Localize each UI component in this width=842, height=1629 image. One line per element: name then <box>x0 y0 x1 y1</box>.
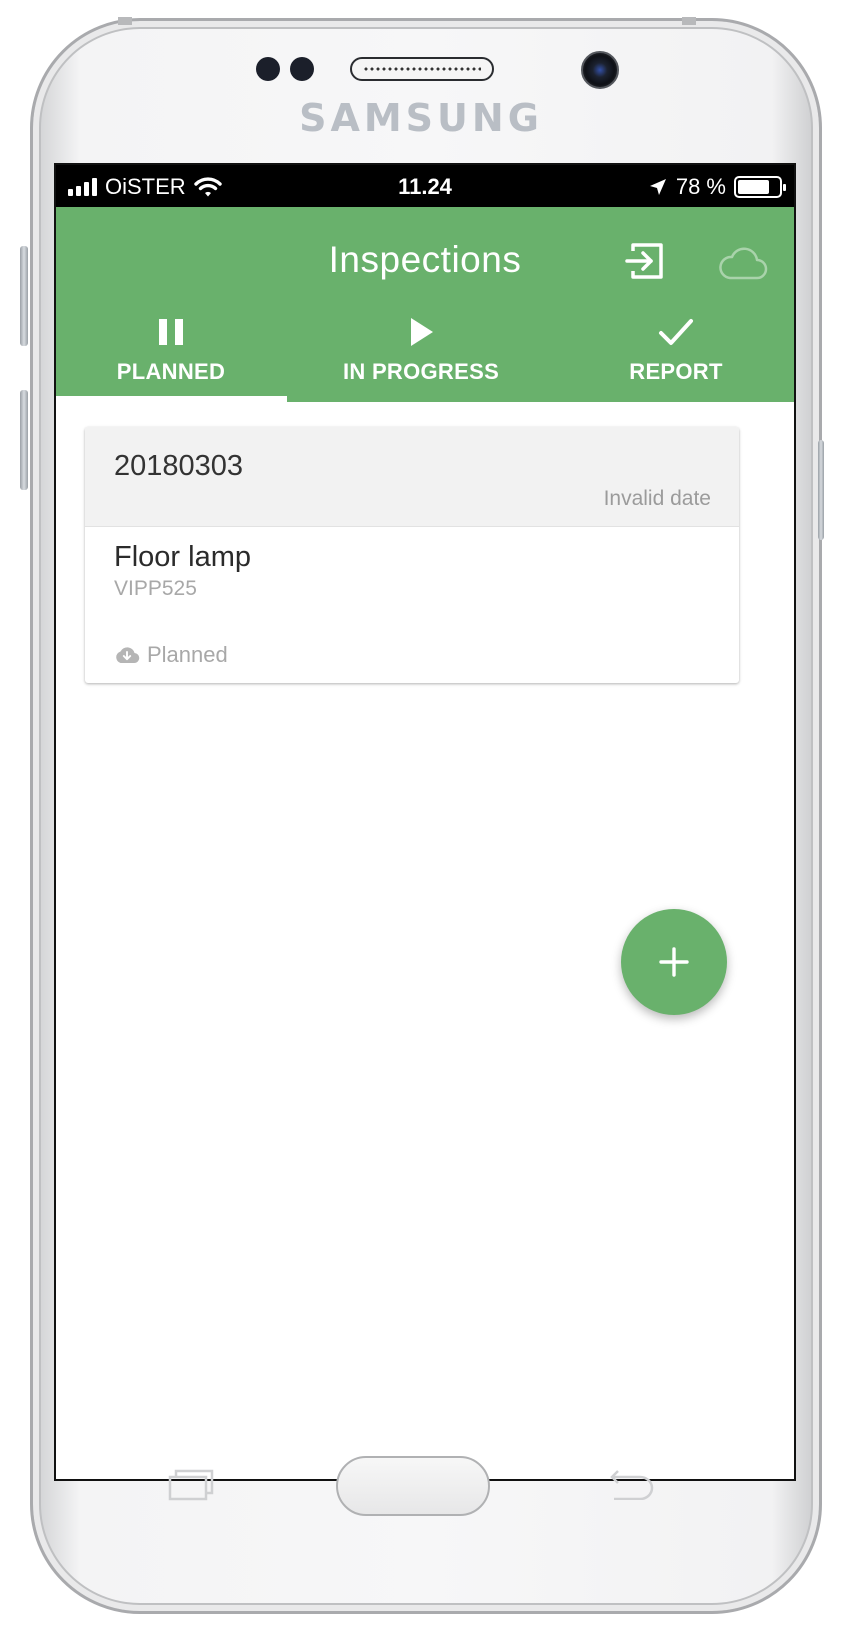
tab-in-progress-label: IN PROGRESS <box>342 359 500 384</box>
cloud-icon[interactable] <box>716 247 768 281</box>
battery-percent: 78 % <box>675 174 726 199</box>
card-header: 20180303 Invalid date <box>85 427 739 527</box>
app-bar: Inspections PLANNED IN PROGRESS REPORT <box>56 207 794 402</box>
inspection-date: Invalid date <box>603 487 711 510</box>
recent-apps-icon[interactable] <box>168 1467 214 1501</box>
volume-down-button <box>20 390 28 490</box>
volume-up-button <box>20 246 28 346</box>
login-icon[interactable] <box>623 239 667 283</box>
tab-planned[interactable]: PLANNED <box>56 315 286 400</box>
battery-icon <box>734 176 786 198</box>
tab-in-progress[interactable]: IN PROGRESS <box>286 315 556 400</box>
inspection-id: 20180303 <box>114 450 244 482</box>
play-icon <box>411 318 433 346</box>
tab-report-label: REPORT <box>629 359 723 384</box>
tab-report[interactable]: REPORT <box>556 315 794 400</box>
brand-logo: SAMSUNG <box>299 96 543 140</box>
add-inspection-button[interactable] <box>621 909 727 1015</box>
frame-notch <box>118 17 132 25</box>
tab-planned-label: PLANNED <box>116 359 226 384</box>
location-arrow-icon <box>649 179 666 195</box>
inspection-card[interactable]: 20180303 Invalid date Floor lamp VIPP525… <box>85 427 739 683</box>
active-tab-indicator <box>56 396 287 402</box>
check-icon <box>659 319 693 345</box>
frame-notch <box>682 17 696 25</box>
status-bar: OiSTER 11.24 78 % <box>56 165 794 207</box>
back-icon[interactable] <box>608 1468 656 1500</box>
sensor-dot <box>256 57 280 81</box>
sensor-dot <box>290 57 314 81</box>
home-button[interactable] <box>336 1456 490 1516</box>
page-title: Inspections <box>328 239 522 280</box>
front-camera <box>581 51 619 89</box>
power-button <box>818 440 824 540</box>
status-text: Planned <box>147 642 228 667</box>
screen: OiSTER 11.24 78 % Inspections PLANNED IN… <box>54 163 796 1481</box>
plus-icon <box>659 947 689 977</box>
item-name: Floor lamp <box>114 541 251 573</box>
card-body: Floor lamp VIPP525 Planned <box>85 527 739 683</box>
cloud-download-icon <box>116 647 140 664</box>
item-code: VIPP525 <box>114 577 197 600</box>
pause-icon <box>159 319 183 345</box>
earpiece-speaker <box>350 57 494 81</box>
status-row: Planned <box>114 642 228 668</box>
